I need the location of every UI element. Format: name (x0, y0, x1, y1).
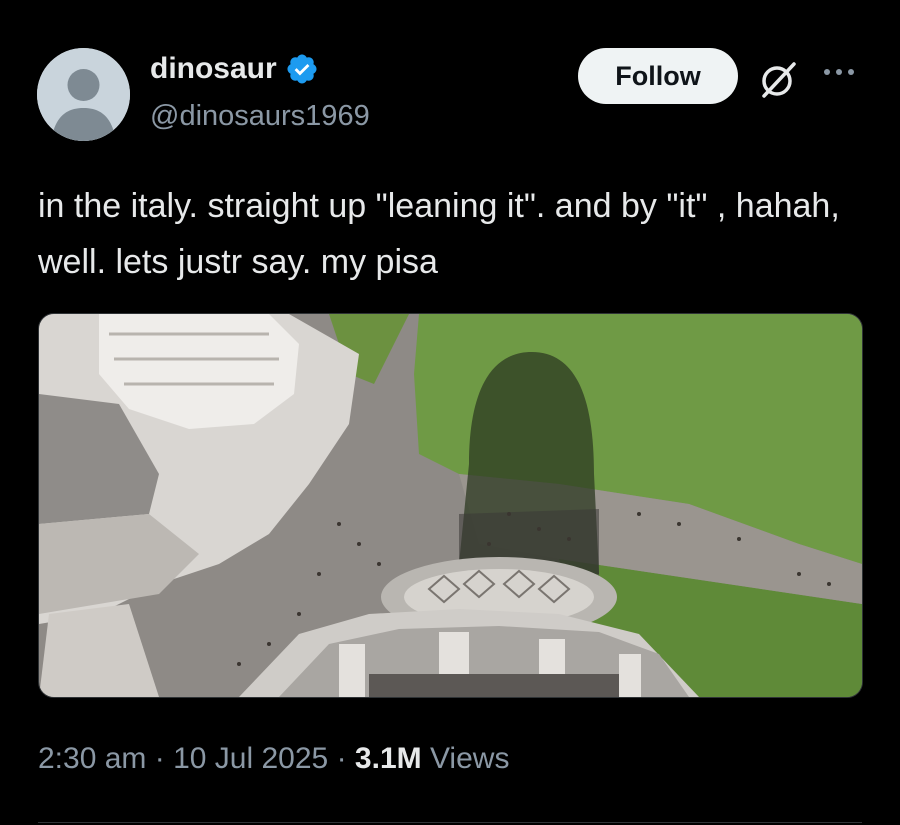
views-label: Views (429, 742, 510, 775)
pisa-aerial-photo (39, 314, 862, 697)
default-avatar-icon (37, 48, 130, 141)
separator: · (336, 742, 347, 775)
author-display-name[interactable]: dinosaur (150, 52, 319, 86)
tweet-meta: 2:30 am · 10 Jul 2025 · 3.1M Views (38, 742, 509, 776)
author-handle[interactable]: @dinosaurs1969 (150, 100, 370, 133)
display-name-text: dinosaur (150, 52, 277, 85)
divider (38, 822, 862, 823)
grok-icon[interactable] (756, 56, 802, 102)
tweet-text: in the italy. straight up "leaning it". … (38, 187, 840, 281)
verified-badge-icon (287, 54, 317, 84)
tweet-photo[interactable] (38, 313, 863, 698)
follow-button[interactable]: Follow (578, 48, 738, 104)
avatar[interactable] (37, 48, 130, 141)
tweet-date[interactable]: 10 Jul 2025 (173, 742, 328, 775)
views-count: 3.1M (354, 742, 422, 775)
separator: · (154, 742, 165, 775)
more-dots-icon[interactable] (818, 62, 860, 82)
tweet-time[interactable]: 2:30 am (38, 742, 146, 775)
